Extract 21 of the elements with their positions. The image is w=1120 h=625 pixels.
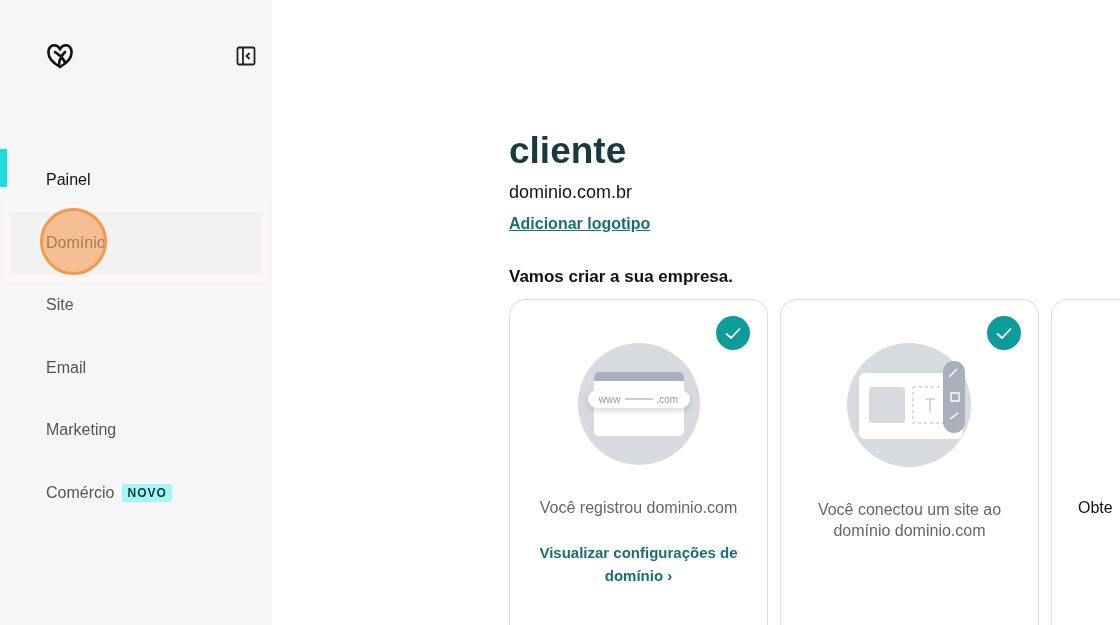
domain-text: dominio.com.br	[509, 182, 634, 203]
nav-link[interactable]: Email	[46, 358, 86, 377]
card-description: Você registrou dominio.com	[539, 498, 738, 518]
url-suffix-text: .com	[656, 393, 679, 405]
card-description: Obte	[1078, 498, 1113, 518]
nav-link[interactable]: Comércio	[46, 483, 115, 502]
active-indicator	[0, 149, 7, 187]
page-title: cliente	[509, 130, 628, 172]
nav-link[interactable]: Painel	[46, 171, 91, 190]
nav-link[interactable]: Site	[46, 296, 74, 315]
new-badge: NOVO	[122, 483, 172, 502]
heart-logo-icon[interactable]	[46, 43, 74, 69]
collapse-sidebar-icon[interactable]	[236, 46, 256, 66]
card-description: Você conectou um site ao domínio dominio.com	[816, 500, 1003, 541]
url-prefix-text: www	[598, 393, 621, 405]
check-icon	[987, 316, 1021, 350]
domain-settings-link[interactable]: Visualizar configurações de domínio ›	[530, 541, 747, 587]
check-icon	[716, 316, 750, 350]
nav-link[interactable]: Marketing	[46, 421, 117, 440]
add-logo-link[interactable]: Adicionar logotipo	[509, 215, 651, 233]
section-title: Vamos criar a sua empresa.	[509, 267, 734, 287]
